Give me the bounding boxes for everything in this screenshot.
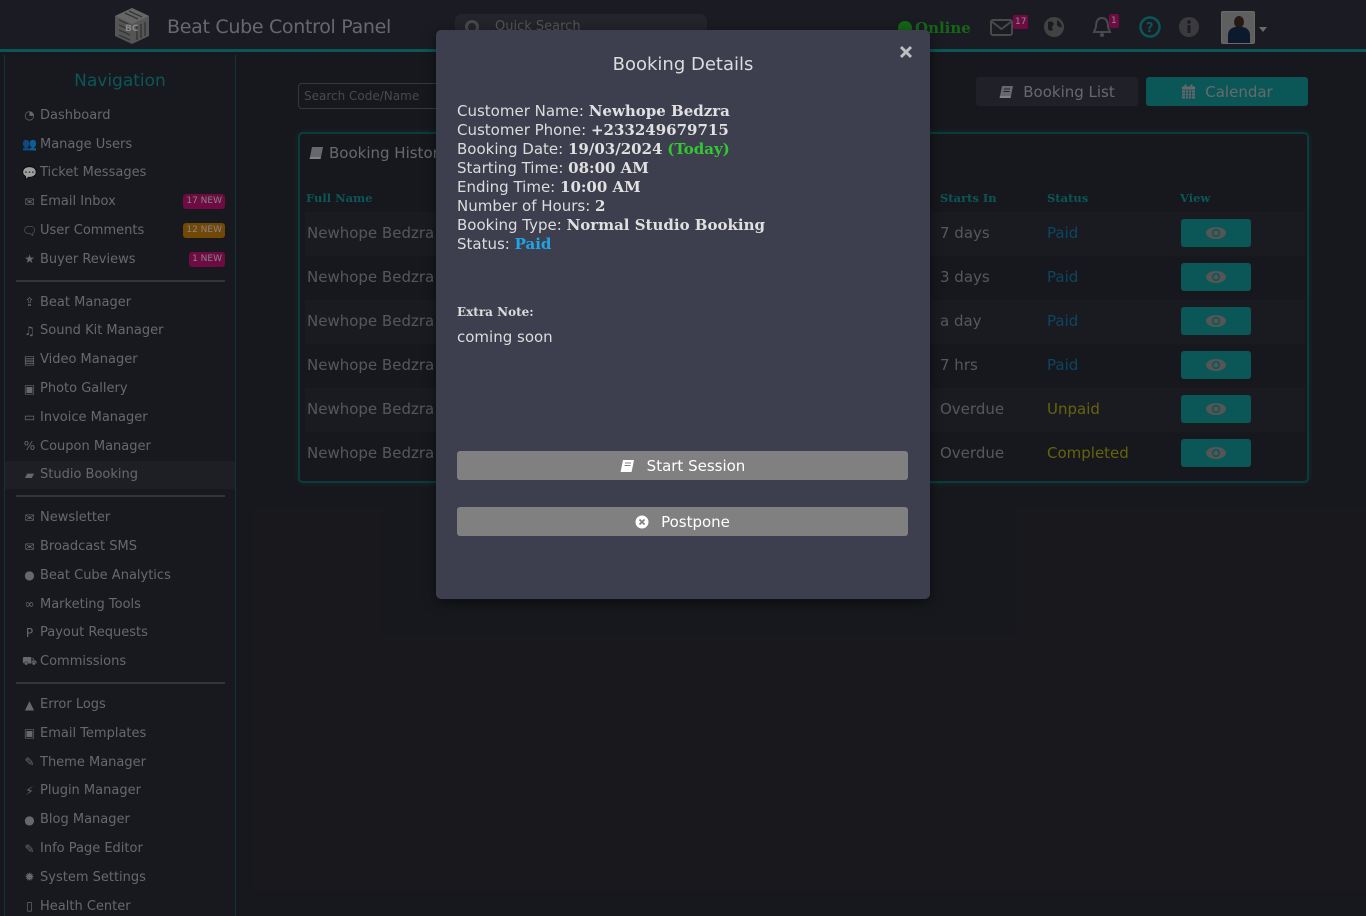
start-session-label: Start Session: [646, 456, 746, 475]
customer-phone-value: +233249679715: [590, 121, 729, 139]
booking-date-value: 19/03/2024: [567, 140, 663, 158]
times-circle-icon: [635, 515, 649, 528]
ending-time-row: Ending Time: 10:00 AM: [457, 178, 641, 196]
postpone-button[interactable]: Postpone: [457, 507, 908, 536]
ending-time-value: 10:00 AM: [560, 178, 641, 196]
extra-note-label: Extra Note:: [457, 305, 534, 319]
hours-value: 2: [595, 197, 606, 215]
postpone-label: Postpone: [661, 512, 730, 531]
hours-row: Number of Hours: 2: [457, 197, 606, 215]
status-row: Status: Paid: [457, 235, 552, 253]
modal-title: Booking Details: [612, 54, 754, 75]
booking-details-modal: Booking Details Customer Name: Newhope B…: [436, 30, 930, 599]
starting-time-value: 08:00 AM: [568, 159, 649, 177]
starting-time-row: Starting Time: 08:00 AM: [457, 159, 649, 177]
booking-details: Customer Name: Newhope Bedzra Customer P…: [457, 102, 765, 254]
today-label: (Today): [667, 140, 730, 158]
close-icon[interactable]: [898, 44, 914, 60]
page: BC Beat Cube Control Panel Quick Search …: [0, 0, 1366, 916]
customer-name-value: Newhope Bedzra: [588, 102, 730, 120]
customer-name-row: Customer Name: Newhope Bedzra: [457, 102, 730, 120]
status-badge: Paid: [514, 235, 552, 253]
start-session-button[interactable]: Start Session: [457, 451, 908, 480]
book-icon: [620, 459, 634, 472]
booking-date-row: Booking Date: 19/03/2024 (Today): [457, 140, 730, 158]
booking-type-row: Booking Type: Normal Studio Booking: [457, 216, 765, 234]
customer-phone-row: Customer Phone: +233249679715: [457, 121, 729, 139]
extra-note-text: coming soon: [457, 328, 553, 346]
booking-type-value: Normal Studio Booking: [566, 216, 765, 234]
